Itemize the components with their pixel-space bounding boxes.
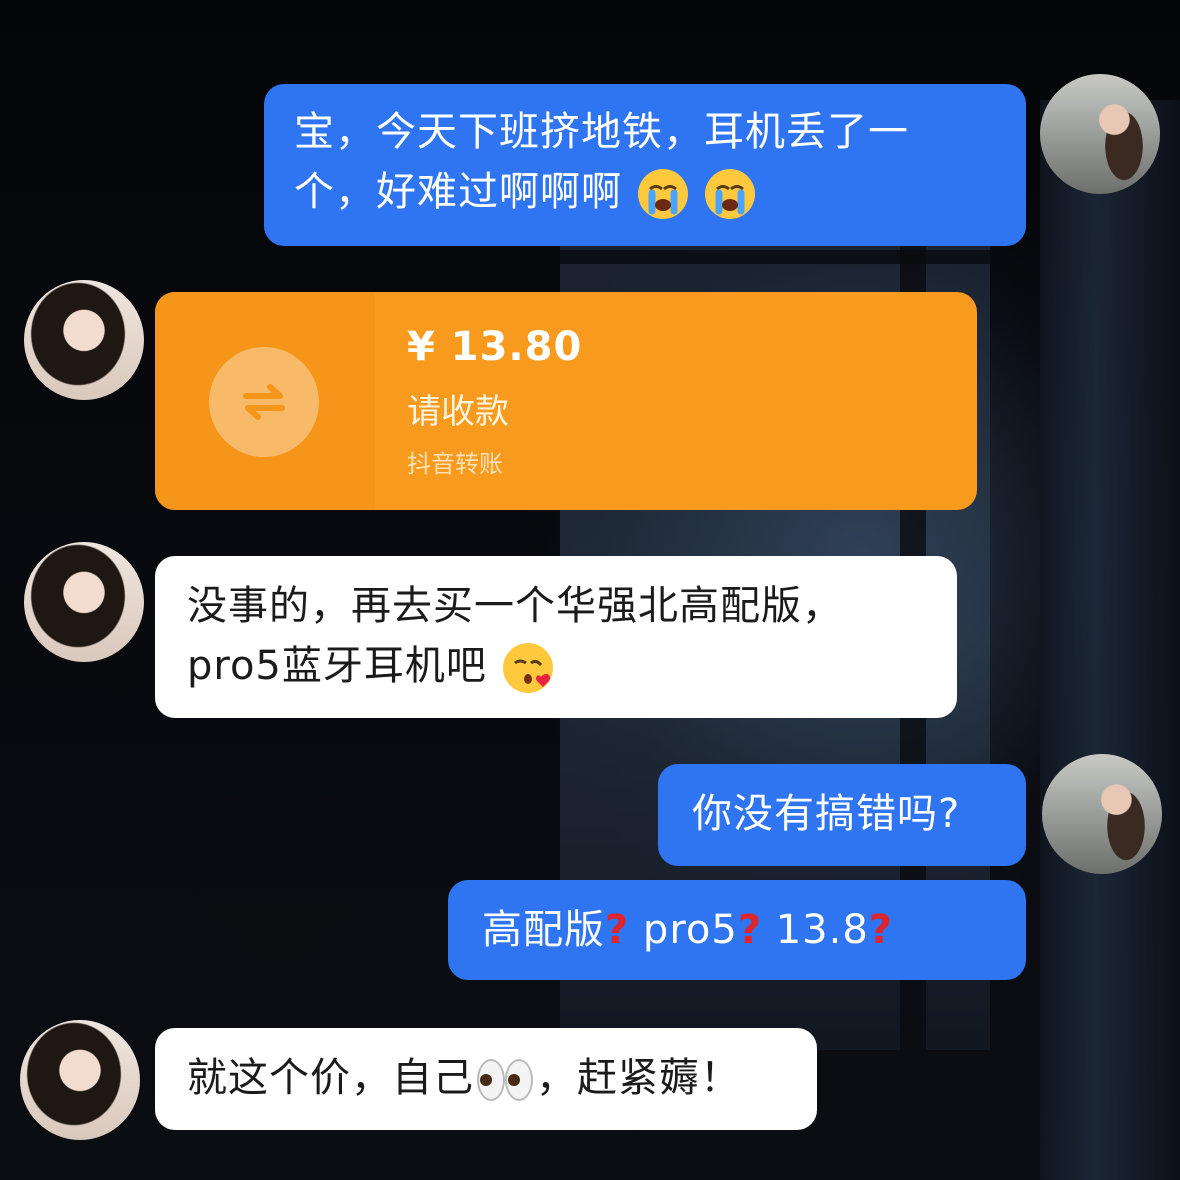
message-bubble-self[interactable]: 高配版? pro5? 13.8? bbox=[448, 880, 1026, 980]
message-text: 没事的，再去买一个华强北高配版， bbox=[187, 583, 843, 629]
message-bubble-other[interactable]: 就这个价，自己 ，赶紧薅！ bbox=[155, 1028, 817, 1130]
message-text: 你没有搞错吗? bbox=[692, 791, 961, 837]
eyes-icon bbox=[477, 1059, 533, 1101]
crying-face-icon bbox=[637, 169, 688, 219]
question-mark-icon: ? bbox=[868, 907, 893, 953]
transfer-icon bbox=[209, 347, 319, 457]
avatar-other[interactable] bbox=[20, 1020, 140, 1140]
message-bubble-other[interactable]: 没事的，再去买一个华强北高配版， pro5蓝牙耳机吧 bbox=[155, 556, 957, 718]
avatar-other[interactable] bbox=[24, 542, 144, 662]
avatar-self[interactable] bbox=[1042, 754, 1162, 874]
message-text: 宝，今天下班挤地铁，耳机丢了一 bbox=[294, 109, 909, 155]
kissing-face-icon bbox=[502, 643, 553, 693]
transfer-label: 请收款 bbox=[407, 392, 509, 432]
background-curtain bbox=[1040, 100, 1180, 1180]
message-text: 个，好难过啊啊啊 bbox=[294, 169, 622, 215]
message-bubble-self[interactable]: 宝，今天下班挤地铁，耳机丢了一 个，好难过啊啊啊 bbox=[264, 84, 1026, 246]
message-text: pro5 bbox=[642, 907, 738, 953]
message-text: 就这个价，自己 bbox=[187, 1055, 474, 1101]
question-mark-icon: ? bbox=[605, 907, 630, 953]
question-mark-icon: ? bbox=[737, 907, 763, 953]
message-text: ，赶紧薅！ bbox=[536, 1055, 741, 1101]
crying-face-icon bbox=[705, 169, 756, 219]
avatar-self[interactable] bbox=[1040, 74, 1160, 194]
message-text: pro5蓝牙耳机吧 bbox=[187, 643, 487, 689]
avatar-other[interactable] bbox=[24, 280, 144, 400]
transfer-source: 抖音转账 bbox=[407, 450, 503, 478]
transfer-amount: ¥ 13.80 bbox=[407, 324, 583, 370]
background-heart bbox=[174, 797, 386, 970]
transfer-card[interactable]: ¥ 13.80 请收款 抖音转账 bbox=[155, 292, 977, 510]
message-bubble-self[interactable]: 你没有搞错吗? bbox=[658, 764, 1026, 866]
message-text: 13.8 bbox=[775, 907, 869, 953]
message-text: 高配版 bbox=[482, 907, 605, 953]
